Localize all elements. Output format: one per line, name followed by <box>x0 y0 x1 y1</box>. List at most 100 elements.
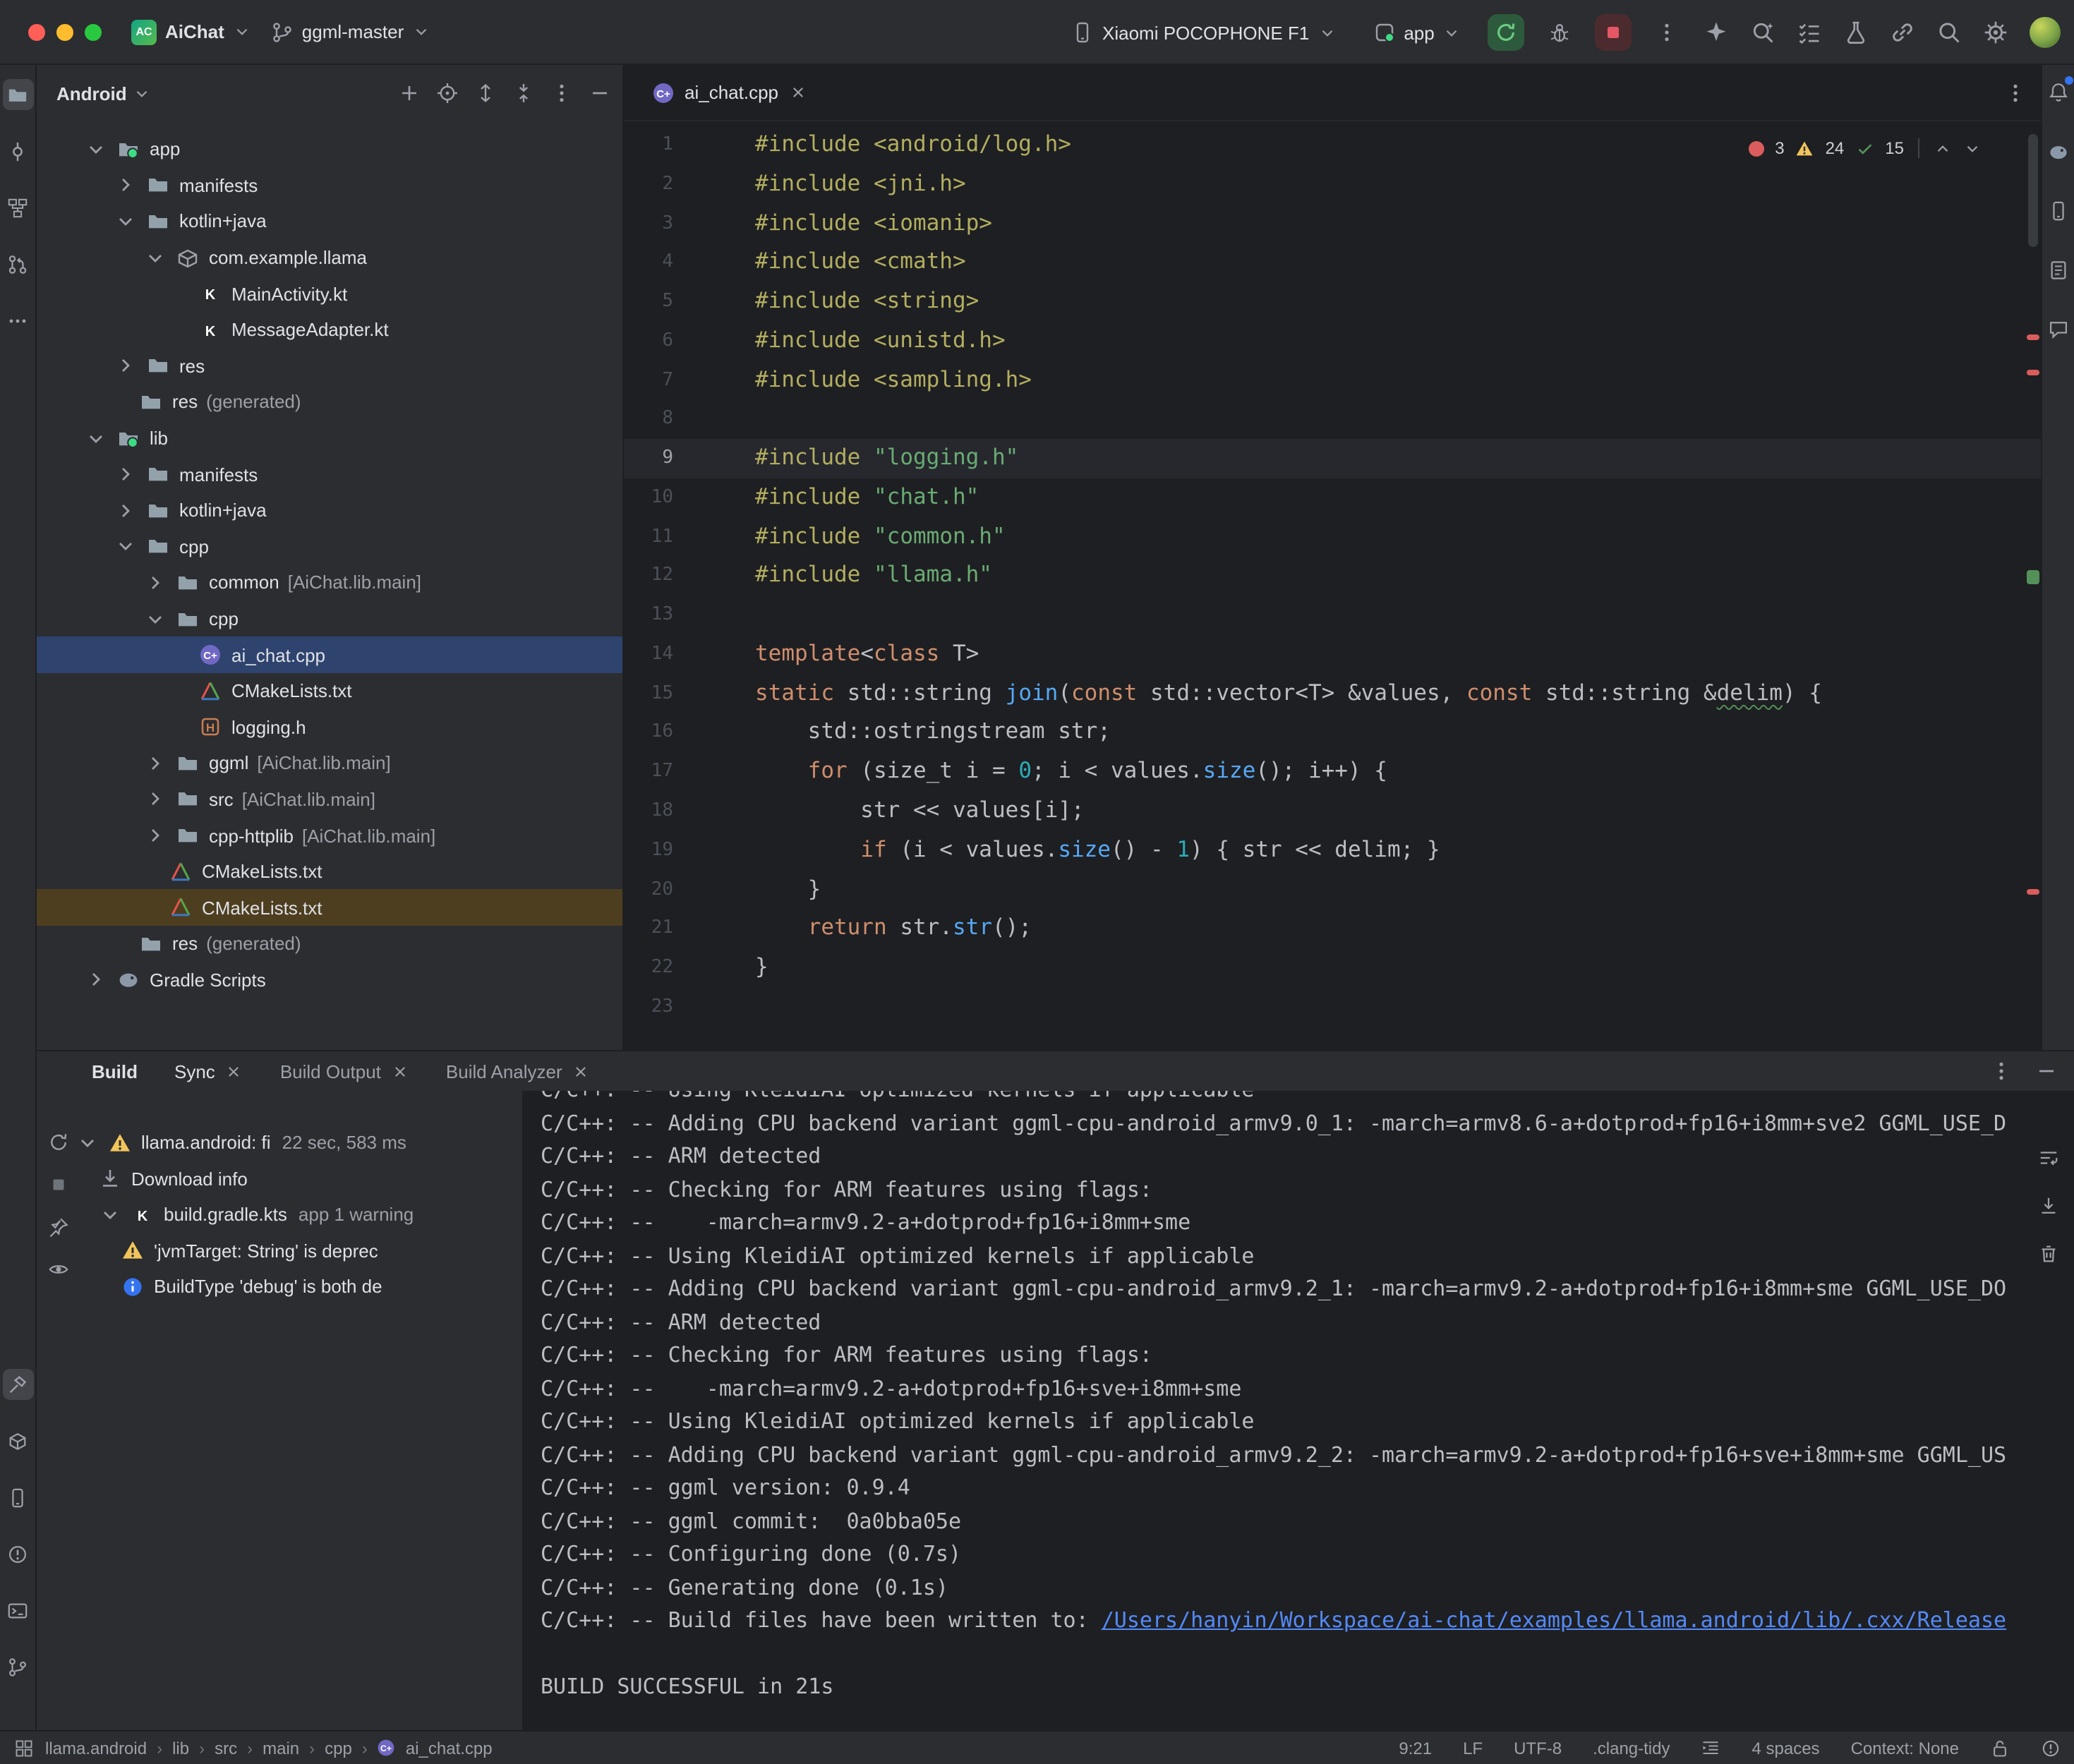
tool-strip-app-inspection[interactable] <box>2 1425 33 1456</box>
tree-item-cmakelists-txt[interactable]: CMakeLists.txt <box>37 890 622 926</box>
tree-item-app[interactable]: app <box>37 131 622 167</box>
code-line-16[interactable]: 16 std::ostringstream str; <box>624 713 2041 753</box>
chevron-down-icon[interactable] <box>85 138 107 161</box>
code-line-4[interactable]: 4#include <cmath> <box>624 243 2041 283</box>
code-line-7[interactable]: 7#include <sampling.h> <box>624 361 2041 400</box>
code-line-20[interactable]: 20 } <box>624 870 2041 910</box>
tree-item-manifests[interactable]: manifests <box>37 167 622 203</box>
code-line-14[interactable]: 14template<class T> <box>624 635 2041 675</box>
tree-item-com-example-llama[interactable]: com.example.llama <box>37 240 622 276</box>
tree-item-lib[interactable]: lib <box>37 421 622 457</box>
console-link[interactable]: /Users/hanyin/Workspace/ai-chat/examples… <box>1102 1607 2006 1633</box>
close-icon[interactable] <box>391 1062 409 1080</box>
build-toolbar-stop-gray-icon[interactable] <box>42 1168 73 1200</box>
ai-assistant-icon[interactable] <box>1704 20 1729 45</box>
chevron-down-icon[interactable] <box>85 427 107 449</box>
build-console[interactable]: C/C++: -- Using KleidiAI optimized kerne… <box>522 1091 2074 1730</box>
breadcrumb-item[interactable]: main <box>263 1738 299 1758</box>
console-trash-icon[interactable] <box>2032 1238 2063 1269</box>
tool-strip-running-devices[interactable] <box>2 1482 33 1513</box>
chevron-right-icon[interactable] <box>144 572 167 594</box>
tool-strip-project[interactable] <box>2 79 33 110</box>
chevron-right-icon[interactable] <box>144 752 167 775</box>
settings-icon[interactable] <box>1983 20 2008 45</box>
plus-icon[interactable] <box>398 82 421 104</box>
code-line-9[interactable]: 9#include "logging.h" <box>624 439 2041 478</box>
code-line-19[interactable]: 19 if (i < values.size() - 1) { str << d… <box>624 831 2041 871</box>
caret-position[interactable]: 9:21 <box>1399 1738 1432 1758</box>
build-toolbar-eye-icon[interactable] <box>42 1253 73 1284</box>
build-tree-item[interactable]: llama.android: fi22 sec, 583 ms <box>76 1125 522 1161</box>
tool-strip-structure[interactable] <box>2 192 33 223</box>
close-tab-icon[interactable] <box>788 83 807 102</box>
tool-strip-commit[interactable] <box>2 135 33 167</box>
tree-item-cpp[interactable]: cpp <box>37 528 622 564</box>
search-icon[interactable] <box>1936 20 1962 45</box>
close-icon[interactable] <box>225 1062 243 1080</box>
checklist-icon[interactable] <box>1797 20 1822 45</box>
tree-item-cmakelists-txt[interactable]: CMakeLists.txt <box>37 673 622 709</box>
kebab-icon[interactable] <box>550 82 573 104</box>
tool-strip-more-tool-windows[interactable] <box>2 305 33 336</box>
tree-item-kotlin-java[interactable]: kotlin+java <box>37 493 622 528</box>
inspections-widget[interactable]: 3 24 15 <box>1740 135 1990 161</box>
run-config-selector[interactable]: app <box>1363 16 1471 49</box>
profile-avatar[interactable] <box>2030 17 2061 48</box>
chevron-right-icon[interactable] <box>144 824 167 847</box>
build-tab-build-analyzer[interactable]: Build Analyzer <box>446 1061 591 1082</box>
editor-scrollbar[interactable] <box>2028 134 2038 247</box>
problems-status-icon[interactable] <box>2041 1738 2061 1758</box>
search-ai-icon[interactable] <box>1750 20 1775 45</box>
context-status[interactable]: Context: None <box>1851 1738 1959 1758</box>
chevron-down-icon[interactable] <box>114 210 137 233</box>
tree-item-cmakelists-txt[interactable]: CMakeLists.txt <box>37 854 622 890</box>
tool-strip-app-insights[interactable] <box>2043 313 2074 344</box>
tool-strip-problems[interactable] <box>2 1538 33 1569</box>
code-line-18[interactable]: 18 str << values[i]; <box>624 792 2041 831</box>
build-tab-build-output[interactable]: Build Output <box>280 1061 409 1082</box>
tree-item-kotlin-java[interactable]: kotlin+java <box>37 203 622 239</box>
hide-build-panel-icon[interactable] <box>2035 1060 2058 1082</box>
tree-item-res[interactable]: res(generated) <box>37 384 622 420</box>
experiments-icon[interactable] <box>1843 20 1869 45</box>
build-tree-item[interactable]: Download info <box>76 1161 522 1197</box>
build-tree-item[interactable]: build.gradle.ktsapp 1 warning <box>76 1197 522 1233</box>
chevron-right-icon[interactable] <box>114 355 137 377</box>
collapse-icon[interactable] <box>512 82 535 104</box>
tool-strip-build[interactable] <box>2 1369 33 1400</box>
zoom-window-button[interactable] <box>85 23 102 40</box>
debug-button[interactable] <box>1542 14 1579 51</box>
console-softwrap-icon[interactable] <box>2032 1142 2063 1173</box>
chevron-down-icon[interactable] <box>114 536 137 558</box>
chevron-down-icon[interactable] <box>144 608 167 630</box>
tool-strip-gradle[interactable] <box>2043 135 2074 167</box>
indent-setting[interactable]: 4 spaces <box>1752 1738 1820 1758</box>
clang-tidy-status[interactable]: .clang-tidy <box>1593 1738 1670 1758</box>
tree-item-common[interactable]: common[AiChat.lib.main] <box>37 564 622 600</box>
next-problem-icon[interactable] <box>1963 139 1982 157</box>
tool-strip-terminal[interactable] <box>2 1595 33 1626</box>
project-selector[interactable]: AC AiChat <box>121 13 261 50</box>
breadcrumb-item[interactable]: ai_chat.cpp <box>406 1738 493 1758</box>
chevron-down-icon[interactable] <box>99 1204 121 1226</box>
code-line-10[interactable]: 10#include "chat.h" <box>624 478 2041 518</box>
expand-icon[interactable] <box>474 82 497 104</box>
tree-item-manifests[interactable]: manifests <box>37 457 622 493</box>
locate-icon[interactable] <box>436 82 459 104</box>
code-area[interactable]: 1#include <android/log.h>2#include <jni.… <box>624 121 2041 1050</box>
close-icon[interactable] <box>572 1062 591 1080</box>
tree-item-logging-h[interactable]: logging.h <box>37 709 622 745</box>
build-tree-item[interactable]: BuildType 'debug' is both de <box>76 1269 522 1305</box>
lock-icon[interactable] <box>1990 1738 2010 1758</box>
tool-strip-layout-inspector[interactable] <box>2043 254 2074 285</box>
file-encoding[interactable]: UTF-8 <box>1514 1738 1562 1758</box>
code-line-12[interactable]: 12#include "llama.h" <box>624 557 2041 596</box>
tree-item-cpp[interactable]: cpp <box>37 600 622 636</box>
minimize-window-button[interactable] <box>56 23 73 40</box>
tree-item-res[interactable]: res <box>37 348 622 384</box>
tool-strip-notifications[interactable] <box>2043 76 2074 107</box>
breadcrumb-item[interactable]: lib <box>172 1738 189 1758</box>
line-separator[interactable]: LF <box>1463 1738 1483 1758</box>
tool-strip-device-manager[interactable] <box>2043 195 2074 226</box>
run-button[interactable] <box>1488 14 1525 51</box>
